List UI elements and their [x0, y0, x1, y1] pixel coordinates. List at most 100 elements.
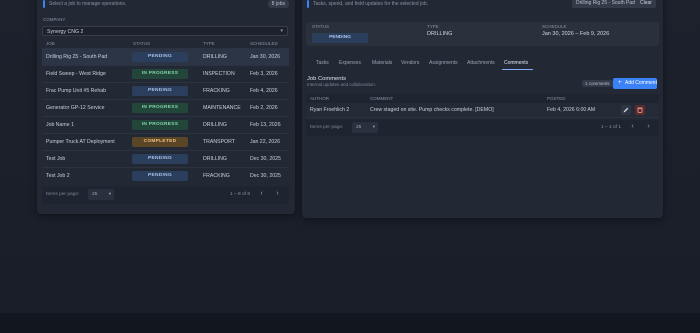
jobs-panel-header: Select a job to manage operations. 8 job… [43, 0, 289, 8]
table-row[interactable]: Pumper Truck AT Deployment COMPLETED TRANS… [42, 133, 289, 150]
status-badge: IN PROGRESS [132, 103, 188, 113]
comment-text: Crew staged on site. Pump checks complet… [370, 107, 494, 113]
jobs-count-badge: 8 jobs [267, 0, 289, 8]
job-scheduled: Jan 30, 2026 [250, 54, 280, 60]
page-footer-band [0, 313, 700, 333]
tab-materials[interactable]: Materials [372, 60, 392, 66]
chevron-right-icon[interactable]: › [643, 122, 654, 133]
pencil-icon[interactable] [621, 105, 631, 115]
status-badge: PENDING [312, 33, 368, 43]
status-badge: PENDING [132, 171, 188, 181]
job-name: Drilling Rig 25 - South Pad [46, 54, 108, 60]
tab-tasks[interactable]: Tasks [316, 60, 329, 66]
job-scheduled: Feb 4, 2026 [250, 88, 278, 94]
status-badge: IN PROGRESS [132, 120, 188, 130]
clear-button[interactable]: Clear [636, 0, 656, 8]
chevron-down-icon: ▾ [280, 28, 283, 34]
accent-bar [307, 0, 309, 8]
comment-author: Ryan Froehlich 2 [310, 107, 350, 113]
jobs-pagination: Items per page: 25 ▾ 1 – 8 of 8 ‹ › [42, 186, 289, 204]
job-type: INSPECTION [203, 71, 235, 77]
items-per-page-select[interactable]: 25 ▾ [352, 122, 378, 133]
column-header-job: JOB [46, 41, 55, 46]
add-comment-label: Add Comment [625, 80, 657, 86]
comments-table-header: AUTHOR COMMENT POSTED [306, 94, 659, 103]
status-badge: PENDING [132, 86, 188, 96]
job-scheduled: Jan 22, 2026 [250, 139, 280, 145]
table-row[interactable]: Test Job PENDING DRILLING Dec 30, 2025 [42, 150, 289, 167]
chevron-left-icon[interactable]: ‹ [627, 122, 638, 133]
active-tab-indicator [502, 69, 533, 70]
summary-schedule-label: SCHEDULE [542, 24, 567, 29]
tab-assignments[interactable]: Assignments [429, 60, 458, 66]
tab-attachments[interactable]: Attachments [467, 60, 495, 66]
column-header-author: AUTHOR [310, 96, 329, 101]
accent-bar [43, 0, 45, 8]
add-comment-button[interactable]: + Add Comment [613, 78, 657, 89]
chevron-right-icon[interactable]: › [272, 189, 283, 200]
plus-icon: + [618, 80, 622, 86]
job-scheduled: Dec 30, 2025 [250, 156, 281, 162]
status-badge: COMPLETED [132, 137, 188, 147]
pagination-range: 1 – 8 of 8 [230, 192, 251, 197]
tab-vendors[interactable]: Vendors [401, 60, 419, 66]
job-scheduled: Feb 2, 2026 [250, 105, 278, 111]
status-badge: PENDING [132, 52, 188, 62]
job-name: Frac Pump Unit #5 Rehab [46, 88, 106, 94]
items-per-page-value: 25 [356, 125, 362, 130]
status-badge: PENDING [132, 154, 188, 164]
company-select[interactable]: Synergy CNG 2 ▾ [42, 26, 288, 36]
summary-type-label: TYPE [427, 24, 439, 29]
items-per-page-value: 25 [92, 192, 98, 197]
comments-subtitle: Internal updates and collaboration. [307, 82, 377, 87]
job-detail-panel: Tasks, spend, and field updates for the … [302, 0, 663, 218]
summary-schedule-value: Jan 30, 2026 – Feb 9, 2026 [542, 31, 610, 37]
jobs-panel-subtitle: Select a job to manage operations. [49, 1, 127, 7]
column-header-status: STATUS [133, 41, 151, 46]
job-name: Field Sweep - West Ridge [46, 71, 106, 77]
table-row[interactable]: Drilling Rig 25 - South Pad PENDING DRILLI… [42, 48, 289, 65]
job-detail-subtitle: Tasks, spend, and field updates for the … [313, 1, 429, 7]
items-per-page-select[interactable]: 25 ▾ [88, 189, 114, 200]
chevron-left-icon[interactable]: ‹ [256, 189, 267, 200]
job-scheduled: Feb 13, 2026 [250, 122, 281, 128]
tab-comments[interactable]: Comments [504, 60, 528, 66]
comment-row: Ryan Froehlich 2 Crew staged on site. Pu… [306, 103, 659, 118]
job-name: Test Job [46, 156, 66, 162]
summary-type-value: DRILLING [427, 31, 453, 37]
company-label: COMPANY [43, 17, 66, 22]
job-name: Job Name 1 [46, 122, 74, 128]
items-per-page-label: Items per page: [310, 125, 344, 130]
pagination-range: 1 – 1 of 1 [601, 125, 622, 130]
job-scheduled: Dec 30, 2025 [250, 173, 281, 179]
job-type: MAINTENANCE [203, 105, 241, 111]
comment-posted: Feb 4, 2026 6:00 AM [547, 107, 596, 113]
table-row[interactable]: Test Job 2 PENDING FRACKING Dec 30, 2025 [42, 167, 289, 184]
job-name: Generator GP-12 Service [46, 105, 105, 111]
table-row[interactable]: Field Sweep - West Ridge IN PROGRESS INSPE… [42, 65, 289, 82]
column-header-comment: COMMENT [370, 96, 394, 101]
jobs-table: JOB STATUS TYPE SCHEDULED Drilling Rig 2… [42, 40, 289, 184]
job-name: Pumper Truck AT Deployment [46, 139, 115, 145]
column-header-scheduled: SCHEDULED [250, 41, 278, 46]
job-scheduled: Feb 3, 2026 [250, 71, 278, 77]
chevron-down-icon: ▾ [108, 191, 111, 196]
trash-icon[interactable] [635, 105, 645, 115]
selected-job-chip: Drilling Rig 25 - South Pad [572, 0, 639, 8]
column-header-posted: POSTED [547, 96, 566, 101]
job-type: DRILLING [203, 54, 227, 60]
tab-expenses[interactable]: Expenses [339, 60, 361, 66]
items-per-page-label: Items per page: [46, 192, 80, 197]
table-row[interactable]: Job Name 1 IN PROGRESS DRILLING Feb 13, 202… [42, 116, 289, 133]
status-badge: IN PROGRESS [132, 69, 188, 79]
column-header-type: TYPE [203, 41, 215, 46]
table-row[interactable]: Frac Pump Unit #5 Rehab PENDING FRACKING Fe… [42, 82, 289, 99]
job-type: DRILLING [203, 122, 227, 128]
job-name: Test Job 2 [46, 173, 70, 179]
table-row[interactable]: Generator GP-12 Service IN PROGRESS MAINTE… [42, 99, 289, 116]
job-type: DRILLING [203, 156, 227, 162]
chevron-down-icon: ▾ [372, 124, 375, 129]
jobs-table-header: JOB STATUS TYPE SCHEDULED [42, 40, 289, 48]
job-type: FRACKING [203, 88, 230, 94]
job-type: TRANSPORT [203, 139, 235, 145]
